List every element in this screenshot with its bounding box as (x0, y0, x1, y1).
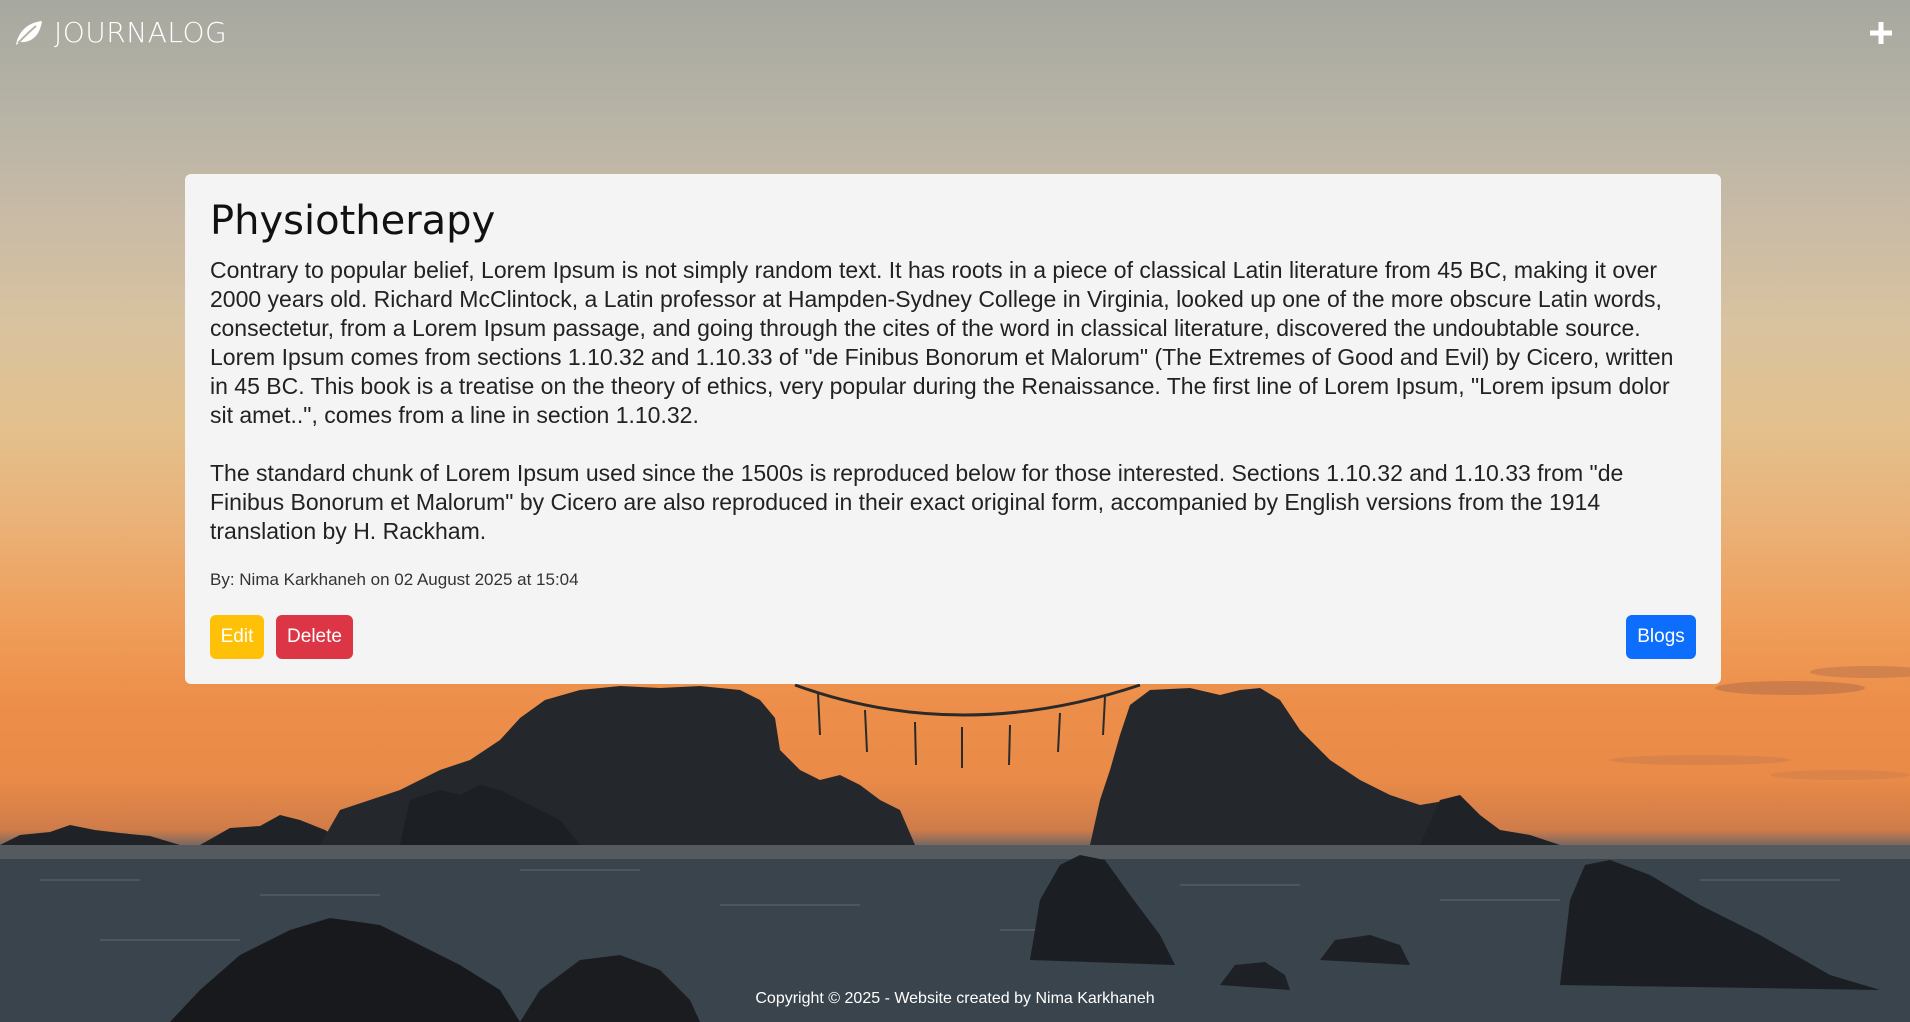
post-actions: Edit Delete Blogs (210, 615, 1696, 659)
plus-icon (1870, 22, 1892, 44)
post-card: Physiotherapy Contrary to popular belief… (185, 174, 1721, 684)
brand-name: JOURNALOG (54, 16, 228, 49)
post-byline: By: Nima Karkhaneh on 02 August 2025 at … (210, 570, 579, 589)
page-background: JOURNALOG Physiotherapy Contrary to popu… (0, 0, 1910, 1022)
post-title: Physiotherapy (210, 198, 496, 244)
post-body: Contrary to popular belief, Lorem Ipsum … (210, 256, 1696, 546)
delete-button[interactable]: Delete (276, 615, 353, 659)
post-paragraph: The standard chunk of Lorem Ipsum used s… (210, 460, 1624, 544)
add-post-button[interactable] (1866, 18, 1896, 48)
navbar: JOURNALOG (0, 0, 1910, 70)
post-paragraph: Contrary to popular belief, Lorem Ipsum … (210, 257, 1674, 428)
brand-link[interactable]: JOURNALOG (12, 16, 227, 49)
edit-button[interactable]: Edit (210, 615, 264, 659)
footer-copyright: Copyright © 2025 - Website created by Ni… (755, 990, 1155, 1007)
leaf-icon (12, 17, 44, 49)
blogs-button[interactable]: Blogs (1626, 615, 1696, 659)
